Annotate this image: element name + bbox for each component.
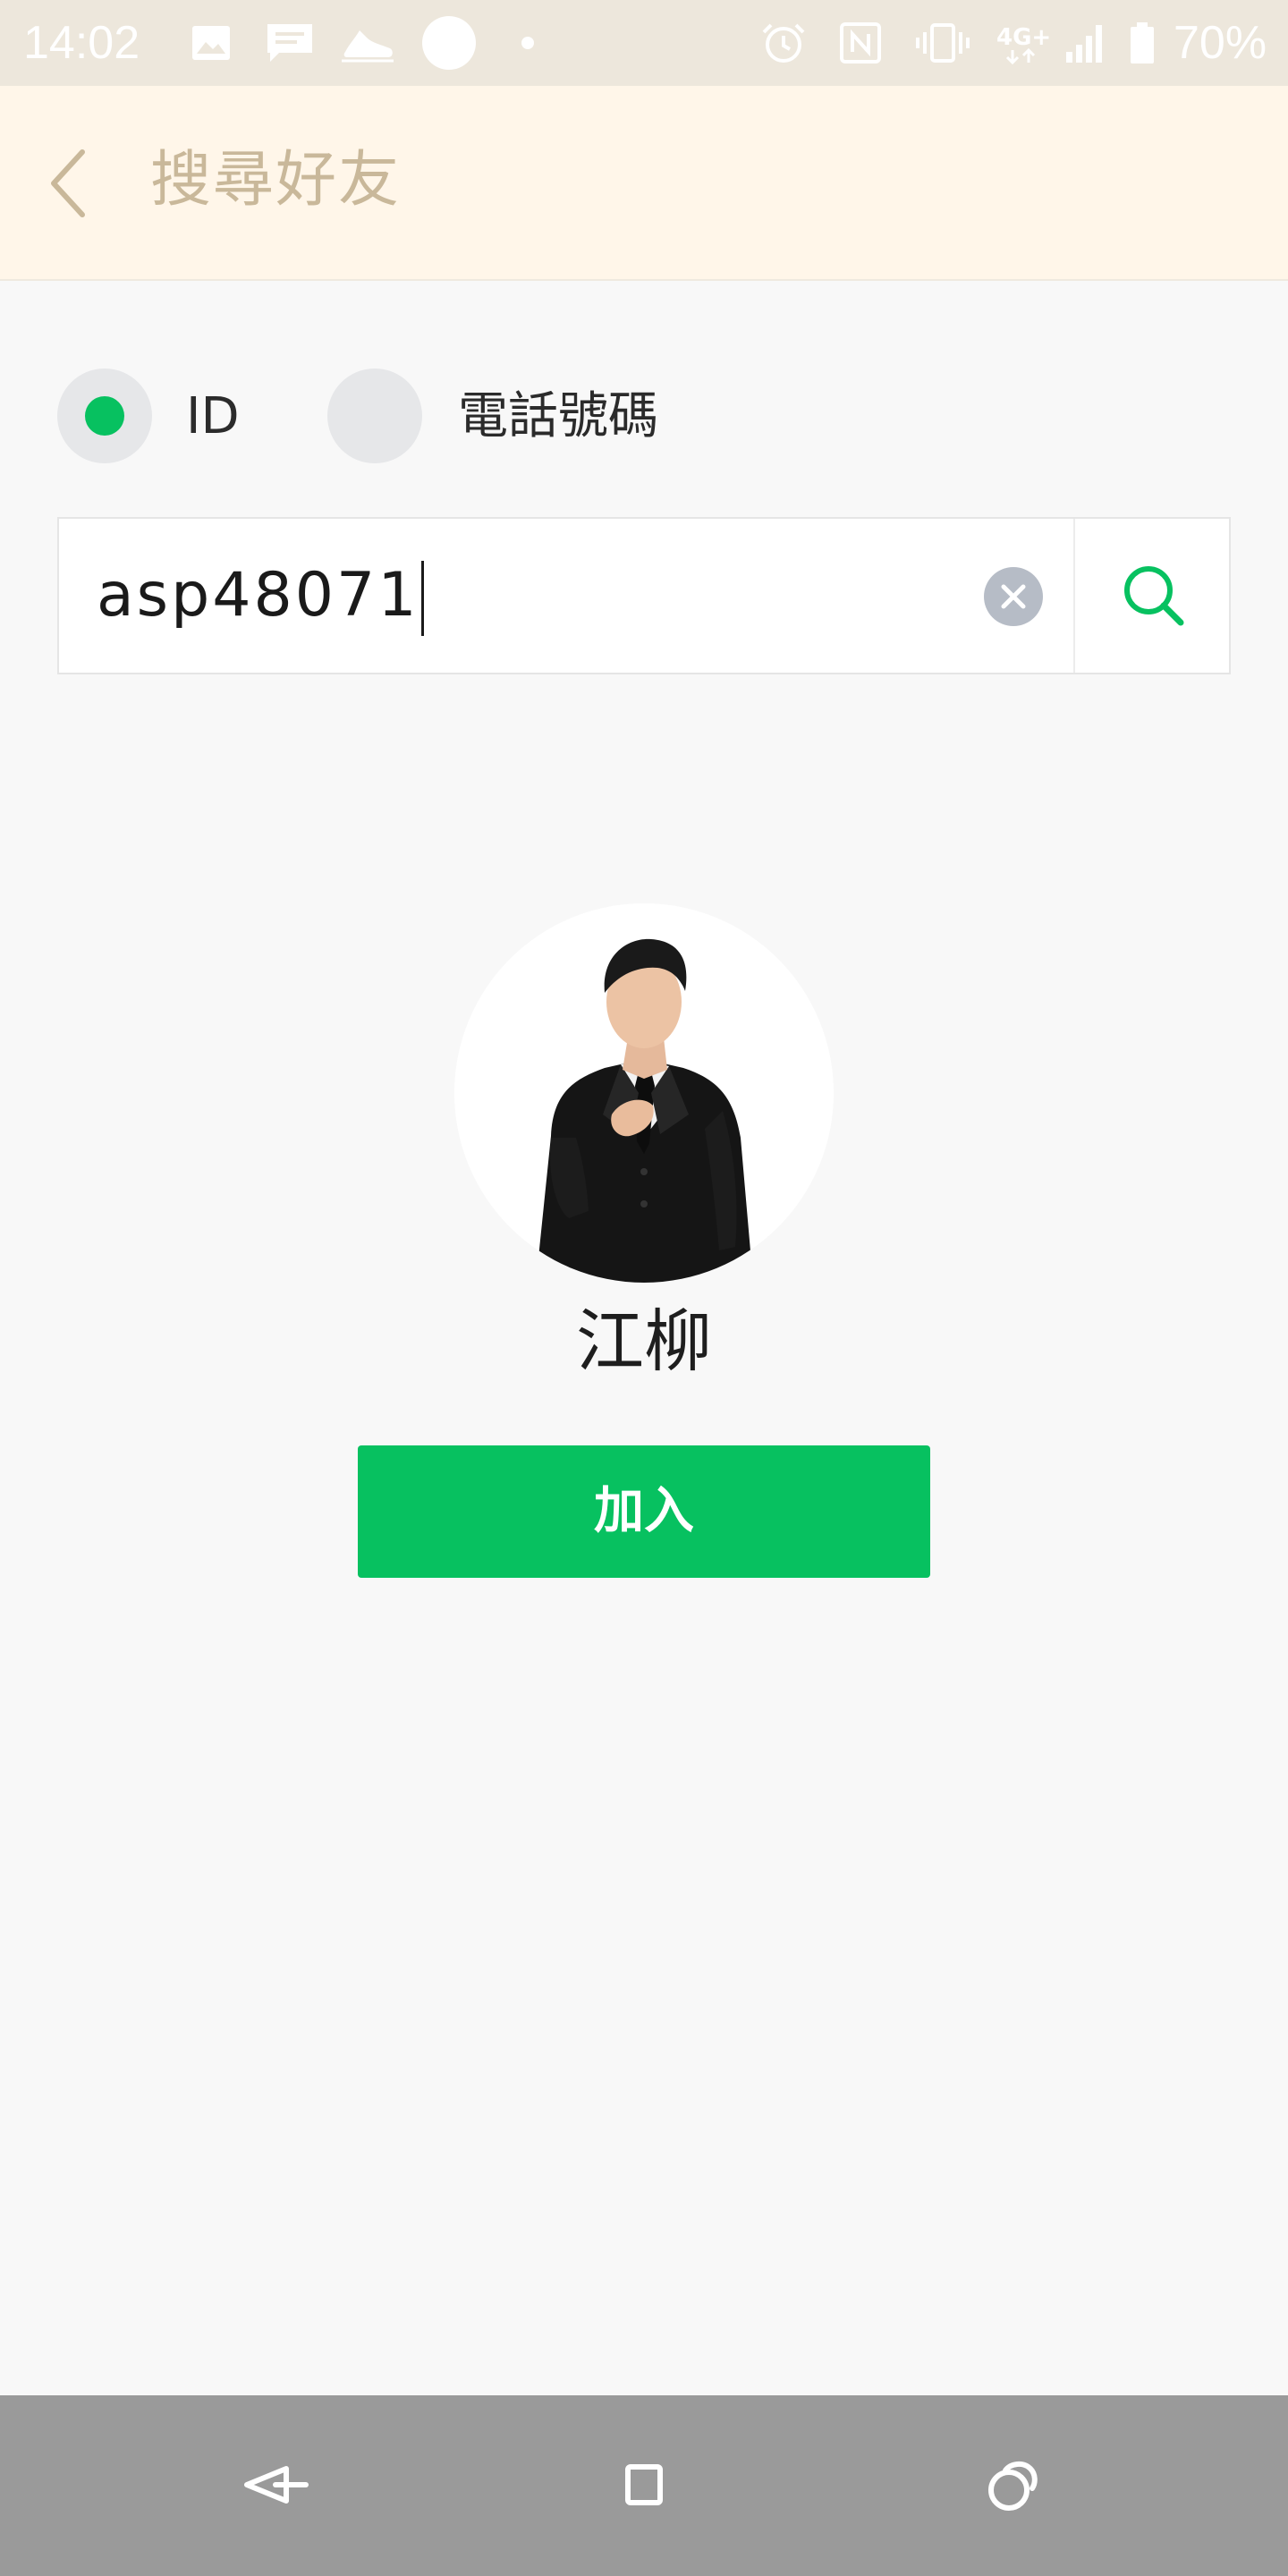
radio-selected-dot — [85, 396, 124, 436]
battery-percent: 70% — [1174, 17, 1267, 69]
back-nav-icon — [244, 2466, 309, 2504]
user-name: 江柳 — [576, 1301, 712, 1381]
radio-phone-number[interactable]: 電話號碼 — [327, 369, 703, 463]
nav-recents-button[interactable] — [959, 2440, 1066, 2529]
profile-photo — [454, 903, 834, 1283]
4g-icon: 4G+ — [996, 24, 1051, 64]
alarm-icon — [762, 23, 805, 63]
chevron-left-icon — [51, 149, 85, 217]
image-icon — [192, 26, 230, 60]
avatar[interactable] — [454, 903, 834, 1283]
radio-id[interactable]: ID — [57, 369, 272, 463]
nfc-icon — [840, 22, 881, 64]
battery-icon — [1131, 22, 1154, 64]
recents-nav-icon — [988, 2462, 1038, 2511]
message-icon — [267, 24, 312, 62]
shoe-icon — [342, 30, 394, 63]
page-title: 搜尋好友 — [150, 145, 402, 216]
search-button[interactable] — [1075, 519, 1231, 673]
clear-icon — [1001, 584, 1026, 609]
text-caret — [420, 561, 424, 637]
back-button[interactable] — [39, 143, 111, 224]
search-icon — [1124, 566, 1184, 626]
search-input[interactable]: asp48071 — [97, 560, 424, 637]
radio-phone-label: 電話號碼 — [458, 387, 658, 445]
dot-icon — [521, 37, 534, 49]
clear-button[interactable] — [984, 567, 1043, 626]
circle-icon — [422, 16, 476, 70]
radio-phone-circle[interactable] — [327, 369, 422, 463]
search-input-value: asp48071 — [97, 560, 419, 631]
status-time: 14:02 — [23, 17, 140, 69]
status-bar: 14:02 4G+ 70% — [0, 0, 1288, 86]
nav-home-button[interactable] — [590, 2440, 698, 2529]
radio-id-circle[interactable] — [57, 369, 152, 463]
add-friend-button[interactable]: 加入 — [358, 1445, 930, 1578]
header-bar: 搜尋好友 — [0, 86, 1288, 281]
vibrate-icon — [916, 23, 970, 63]
home-nav-icon — [625, 2464, 663, 2505]
radio-id-label: ID — [186, 387, 240, 445]
signal-icon — [1066, 25, 1102, 63]
svg-text:4G+: 4G+ — [996, 24, 1051, 51]
search-box: asp48071 — [57, 517, 1231, 674]
navigation-bar — [0, 2395, 1288, 2576]
nav-back-button[interactable] — [220, 2440, 327, 2529]
